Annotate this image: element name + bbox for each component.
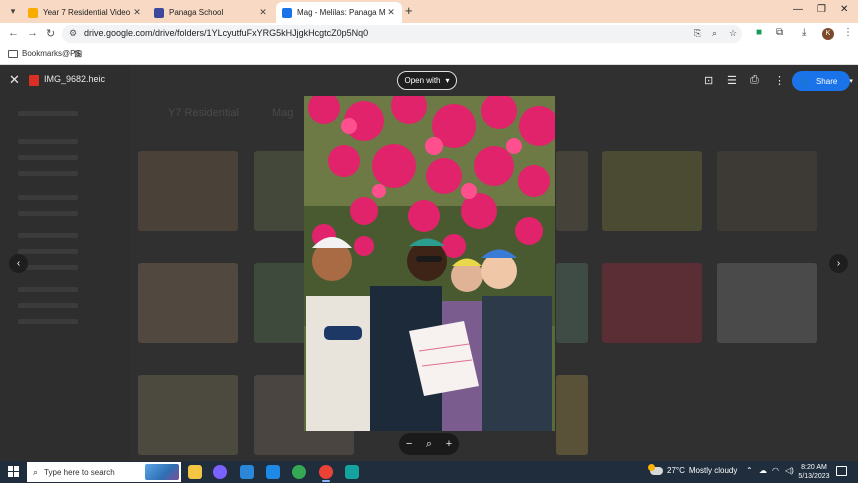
back-icon[interactable]: ← (8, 27, 19, 39)
share-dropdown-icon[interactable]: ▾ (849, 77, 853, 85)
add-comment-icon[interactable]: ☰ (727, 74, 737, 87)
search-highlight-image (145, 464, 179, 480)
next-file-button[interactable]: › (829, 254, 848, 273)
chrome-icon[interactable] (292, 465, 306, 479)
tab-panaga-school[interactable]: Panaga School ✕ (148, 2, 274, 23)
bookmarks-bar: Bookmarks@PS ⊞ (0, 45, 858, 65)
close-viewer-icon[interactable]: ✕ (9, 72, 20, 88)
cloudy-weather-icon (648, 463, 663, 475)
background-thumbnail (138, 263, 238, 343)
zoom-in-icon[interactable]: + (446, 438, 452, 450)
copilot-icon[interactable] (213, 465, 227, 479)
terminal-icon[interactable] (345, 465, 359, 479)
windows-start-icon[interactable] (8, 466, 19, 477)
zoom-controls: − ⌕ + (399, 433, 459, 455)
background-folder-title: Mag (272, 107, 294, 119)
file-name: IMG_9682.heic (44, 74, 106, 84)
more-actions-icon[interactable]: ⋮ (774, 74, 785, 87)
background-thumbnail (717, 151, 817, 231)
print-icon[interactable]: ⎙ (750, 74, 759, 87)
previous-file-button[interactable]: ‹ (9, 254, 28, 273)
background-breadcrumb: Y7 Residential (168, 107, 239, 119)
search-icon: ⌕ (33, 466, 39, 477)
store-icon[interactable] (240, 465, 254, 479)
reload-icon[interactable]: ↻ (46, 27, 55, 40)
tab-search-icon[interactable]: ▾ (6, 4, 20, 18)
background-thumbnail (556, 263, 588, 343)
wifi-icon[interactable]: ◠ (772, 466, 779, 475)
mail-icon[interactable] (266, 465, 280, 479)
close-window-icon[interactable]: ✕ (840, 4, 848, 15)
close-tab-icon[interactable]: ✕ (386, 7, 396, 18)
folder-icon (8, 49, 18, 58)
image-file-icon (29, 75, 39, 86)
network-icon[interactable]: ☁ (759, 466, 767, 475)
forward-icon[interactable]: → (27, 27, 38, 39)
close-tab-icon[interactable]: ✕ (258, 7, 268, 18)
photos-favicon-icon (28, 7, 38, 18)
background-thumbnail (556, 151, 588, 231)
site-info-icon[interactable]: ⚙ (69, 28, 77, 39)
background-thumbnail (556, 375, 588, 455)
install-app-icon[interactable]: ⎘ (694, 28, 701, 39)
taskbar-search-input[interactable]: ⌕ Type here to search (27, 462, 181, 482)
zoom-search-icon[interactable]: ⌕ (426, 438, 432, 451)
notifications-icon[interactable] (836, 466, 847, 476)
file-explorer-icon[interactable] (188, 465, 202, 479)
background-thumbnail (138, 375, 238, 455)
apps-grid-icon[interactable]: ⊞ (74, 49, 82, 60)
tab-mag-drive[interactable]: Mag - Melilas: Panaga Middle S ✕ (276, 2, 402, 23)
viewer-header: ✕ IMG_9682.heic Open with ▾ ⊡ ☰ ⎙ ⋮ 👤 Sh… (0, 65, 858, 95)
extensions-puzzle-icon[interactable]: ⧉ (776, 27, 783, 38)
bookmark-star-icon[interactable]: ☆ (729, 28, 737, 39)
zoom-icon[interactable]: ⌕ (712, 28, 717, 39)
chevron-down-icon: ▾ (445, 76, 450, 85)
drive-favicon-icon (282, 7, 292, 18)
download-icon[interactable]: ⤓ (802, 27, 806, 38)
maximize-icon[interactable]: ❐ (817, 4, 826, 15)
new-tab-button[interactable]: + (405, 3, 413, 18)
person-icon: 👤 (800, 76, 810, 86)
taskbar: ⌕ Type here to search 27°C Mostly cloudy… (0, 461, 858, 483)
address-bar[interactable]: ⚙ drive.google.com/drive/folders/1YLcyut… (62, 25, 742, 43)
drive-file-viewer: Y7 Residential Mag ✕ IMG_9682.heic Open … (0, 65, 858, 461)
add-shortcut-icon[interactable]: ⊡ (704, 74, 713, 87)
preview-image (304, 96, 555, 431)
background-thumbnail (602, 151, 702, 231)
extension-green-icon[interactable]: ■ (756, 27, 762, 38)
volume-icon[interactable]: ◁) (785, 466, 794, 475)
background-thumbnail (717, 263, 817, 343)
chrome-menu-icon[interactable]: ⋮ (843, 27, 853, 38)
profile-avatar[interactable]: K (822, 28, 834, 40)
bookmark-folder[interactable]: Bookmarks@PS (8, 49, 81, 58)
tab-strip: ▾ Year 7 Residential Video - Phot ✕ Pana… (0, 0, 858, 23)
close-tab-icon[interactable]: ✕ (132, 7, 142, 18)
share-button[interactable]: 👤 Share ▾ (792, 71, 853, 91)
url-text[interactable]: drive.google.com/drive/folders/1YLcyutfu… (84, 28, 368, 38)
school-favicon-icon (154, 7, 164, 18)
system-clock[interactable]: 8:20 AM 5/13/2023 (797, 463, 831, 481)
show-hidden-icons-icon[interactable]: ⌃ (746, 466, 753, 475)
chrome-active-icon[interactable] (319, 465, 333, 482)
minimize-icon[interactable]: — (793, 4, 803, 15)
background-thumbnail (602, 263, 702, 343)
open-with-button[interactable]: Open with ▾ (397, 71, 457, 90)
zoom-out-icon[interactable]: − (406, 438, 412, 450)
background-thumbnail (138, 151, 238, 231)
tab-year7-video[interactable]: Year 7 Residential Video - Phot ✕ (22, 2, 148, 23)
weather-widget[interactable]: 27°C Mostly cloudy (648, 463, 737, 475)
browser-toolbar: ← → ↻ ⚙ drive.google.com/drive/folders/1… (0, 23, 858, 45)
